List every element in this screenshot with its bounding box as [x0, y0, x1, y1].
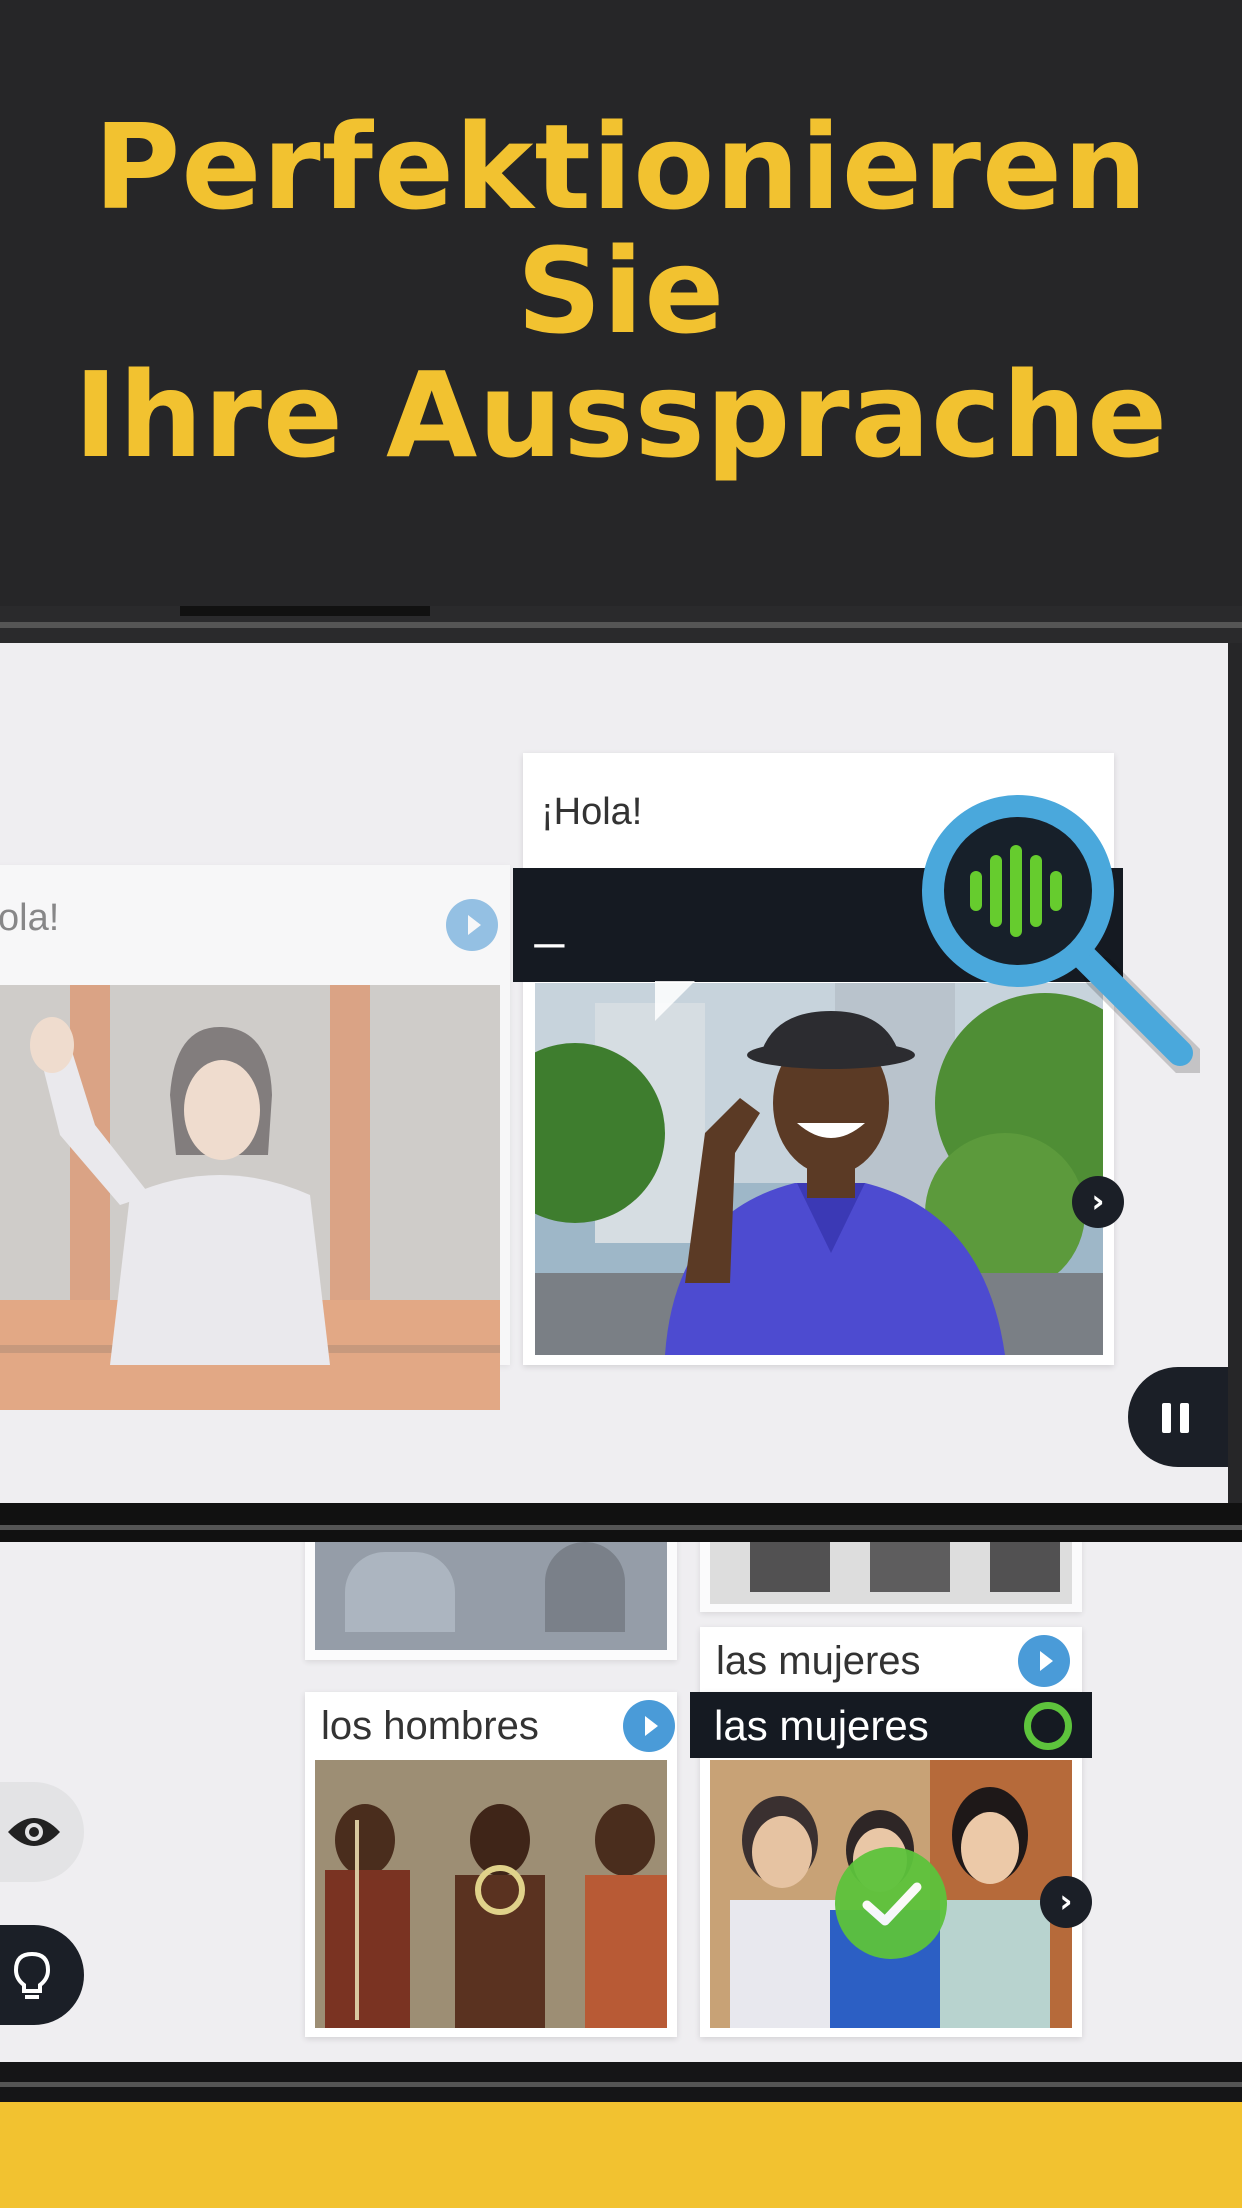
chevron-right-icon[interactable]: ›	[1072, 1176, 1124, 1228]
phone-bezel-bottom	[0, 2062, 1242, 2102]
card-hola-left[interactable]: ola!	[0, 865, 510, 1410]
answer-bar-bottom[interactable]: las mujeres	[690, 1692, 1092, 1758]
card-las-mujeres-header[interactable]: las mujeres	[700, 1627, 1082, 1697]
hint-button[interactable]	[0, 1925, 84, 2025]
card-title: las mujeres	[716, 1639, 921, 1683]
lesson-screen-bottom: las mujeres los hombres las mujeres ›	[0, 1542, 1242, 2062]
lightbulb-icon	[13, 1951, 51, 1999]
pause-button[interactable]	[1128, 1367, 1228, 1467]
card-title: los hombres	[321, 1704, 539, 1748]
pause-icon	[1162, 1403, 1171, 1433]
card-title: ola!	[0, 897, 60, 939]
card-los-hombres[interactable]: los hombres	[305, 1692, 677, 2037]
play-icon[interactable]	[446, 899, 498, 951]
show-answer-button[interactable]	[0, 1782, 84, 1882]
photo-woman-waving	[0, 985, 500, 1410]
phone-bezel-middle	[0, 1503, 1242, 1542]
play-icon[interactable]	[1018, 1635, 1070, 1687]
answer-text: _	[535, 891, 564, 949]
magnifier-voice-icon	[922, 795, 1200, 1073]
men-group-illustration	[315, 1760, 667, 2028]
phone-bezel-top	[0, 606, 1242, 643]
speech-tail	[655, 981, 695, 1021]
play-icon[interactable]	[623, 1700, 675, 1752]
footer-band	[0, 2102, 1242, 2208]
answer-text: las mujeres	[714, 1702, 929, 1749]
headline: Perfektionieren Sie Ihre Aussprache	[0, 105, 1242, 477]
correct-ring-icon	[1024, 1702, 1072, 1750]
headline-line-1: Perfektionieren Sie	[93, 98, 1149, 360]
card-partial-top-left	[305, 1542, 677, 1660]
eye-icon	[8, 1818, 60, 1846]
headline-line-2: Ihre Aussprache	[73, 346, 1169, 484]
card-title: ¡Hola!	[541, 791, 643, 833]
card-partial-top-right	[700, 1542, 1082, 1612]
lesson-screen-top: ola! ¡Hola! _ ›	[0, 643, 1228, 1503]
woman-waving-illustration	[0, 985, 500, 1410]
chevron-right-icon[interactable]: ›	[1040, 1876, 1092, 1928]
photo-men-group	[315, 1760, 667, 2028]
check-icon	[835, 1847, 947, 1959]
